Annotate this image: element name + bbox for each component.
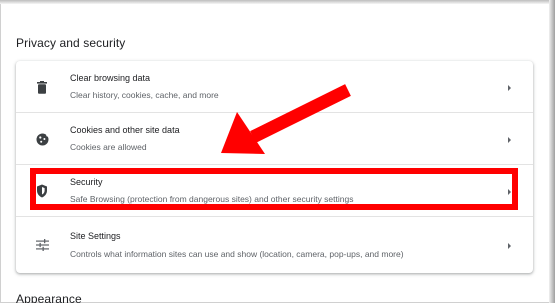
clear-browsing-data-row[interactable]: Clear browsing data Clear history, cooki… bbox=[16, 61, 533, 113]
cookies-row[interactable]: Cookies and other site data Cookies are … bbox=[16, 112, 533, 164]
chevron-right-icon bbox=[505, 133, 515, 145]
security-row[interactable]: Security Safe Browsing (protection from … bbox=[16, 164, 533, 216]
cookies-title: Cookies and other site data bbox=[70, 125, 180, 135]
chevron-right-icon bbox=[505, 185, 515, 197]
security-title: Security bbox=[70, 177, 103, 187]
clear-browsing-data-title: Clear browsing data bbox=[70, 73, 151, 83]
site-settings-title: Site Settings bbox=[70, 231, 121, 241]
shield-icon bbox=[34, 183, 50, 199]
clear-browsing-data-subtitle: Clear history, cookies, cache, and more bbox=[70, 90, 219, 100]
privacy-settings-card: Clear browsing data Clear history, cooki… bbox=[16, 61, 533, 273]
section-title-privacy-security: Privacy and security bbox=[16, 36, 126, 50]
section-title-appearance: Appearance bbox=[16, 292, 82, 303]
chevron-right-icon bbox=[505, 239, 515, 251]
chevron-right-icon bbox=[505, 81, 515, 93]
sliders-icon bbox=[34, 237, 50, 253]
settings-page: Privacy and security Clear browsing data… bbox=[0, 0, 555, 303]
security-subtitle: Safe Browsing (protection from dangerous… bbox=[70, 194, 354, 204]
cookie-icon bbox=[34, 131, 50, 147]
site-settings-row[interactable]: Site Settings Controls what information … bbox=[16, 216, 533, 273]
trash-icon bbox=[34, 79, 50, 95]
site-settings-subtitle: Controls what information sites can use … bbox=[70, 249, 404, 259]
cookies-subtitle: Cookies are allowed bbox=[70, 142, 147, 152]
